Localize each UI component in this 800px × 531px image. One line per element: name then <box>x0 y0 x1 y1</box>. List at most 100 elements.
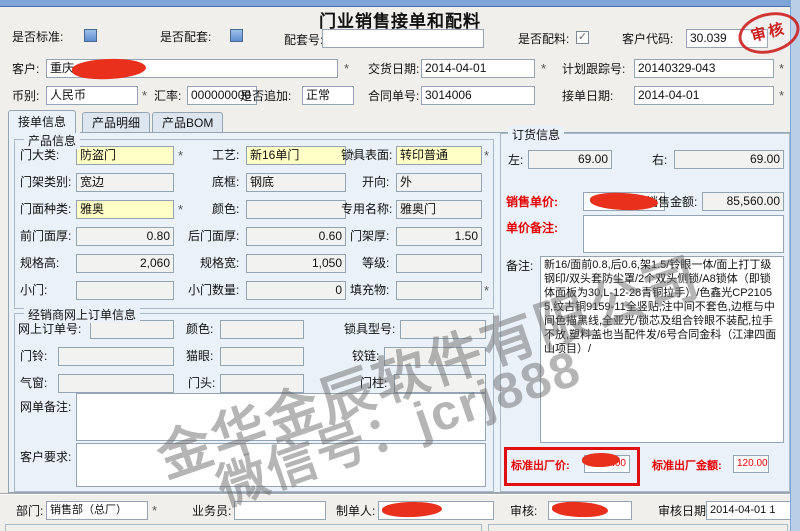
right-price-label: 右: <box>652 153 667 167</box>
order-info-group-title: 订货信息 <box>508 126 564 143</box>
unit-price-label: 销售单价: <box>506 195 558 209</box>
currency-label: 币别: <box>12 89 39 103</box>
footer-separator <box>0 493 791 495</box>
std-factory-amount-field[interactable]: 120.00 <box>733 455 769 473</box>
remark-label: 备注: <box>506 259 533 273</box>
required-mark: * <box>484 283 489 298</box>
price-note-label: 单价备注: <box>506 221 558 235</box>
doorbell-label: 门铃: <box>20 349 47 363</box>
peephole-label: 猫眼: <box>186 349 213 363</box>
department-field[interactable]: 销售部（总厂） <box>46 501 148 520</box>
product-info-group-title: 产品信息 <box>24 132 80 149</box>
small-door-qty-field[interactable]: 0 <box>246 281 346 300</box>
tab-product-detail[interactable]: 产品明细 <box>82 112 150 133</box>
front-thickness-field[interactable]: 0.80 <box>76 227 174 246</box>
color-label: 颜色: <box>212 202 239 216</box>
plan-track-label: 计划跟踪号: <box>562 62 625 76</box>
transom-field[interactable] <box>58 374 174 393</box>
is-append-field[interactable]: 正常 <box>302 86 354 105</box>
transom-label: 气窗: <box>20 376 47 390</box>
currency-field[interactable]: 人民币 <box>46 86 138 105</box>
window-top-edge <box>0 0 800 7</box>
customer-request-textarea[interactable] <box>76 443 486 487</box>
special-name-field[interactable]: 雅奥门 <box>396 200 482 219</box>
salesman-label: 业务员: <box>192 504 231 518</box>
door-pillar-field[interactable] <box>394 374 486 393</box>
doorbell-field[interactable] <box>58 347 174 366</box>
hinge-label: 铰链: <box>352 349 379 363</box>
order-date-field[interactable]: 2014-04-01 <box>634 86 774 105</box>
small-door-field[interactable] <box>76 281 174 300</box>
salesman-field[interactable] <box>234 501 326 520</box>
is-standard-checkbox[interactable] <box>84 29 97 42</box>
back-thickness-label: 后门面厚: <box>188 229 239 243</box>
frame-type-label: 门架类别: <box>20 175 71 189</box>
audit-date-label: 审核日期: <box>658 504 709 518</box>
face-type-field[interactable]: 雅奥 <box>76 200 174 219</box>
left-price-field[interactable]: 69.00 <box>528 150 612 169</box>
rate-label: 汇率: <box>154 89 181 103</box>
lock-model-label: 锁具型号: <box>344 322 395 336</box>
required-mark: * <box>152 503 157 518</box>
customer-code-label: 客户代码: <box>622 32 673 46</box>
required-mark: * <box>178 148 183 163</box>
kit-no-field[interactable] <box>322 29 484 48</box>
sales-amount-field[interactable]: 85,560.00 <box>702 192 784 211</box>
tab-product-bom[interactable]: 产品BOM <box>152 112 223 133</box>
tab-order-info[interactable]: 接单信息 <box>8 110 76 133</box>
door-head-field[interactable] <box>220 374 304 393</box>
frame-type-field[interactable]: 宽边 <box>76 173 174 192</box>
back-thickness-field[interactable]: 0.60 <box>246 227 346 246</box>
face-type-label: 门面种类: <box>20 202 71 216</box>
contract-no-field[interactable]: 3014006 <box>421 86 535 105</box>
bottom-frame-field[interactable]: 钢底 <box>246 173 346 192</box>
price-note-textarea[interactable] <box>583 215 784 253</box>
hinge-field[interactable] <box>384 347 486 366</box>
delivery-date-field[interactable]: 2014-04-01 <box>421 59 535 78</box>
order-date-label: 接单日期: <box>562 89 613 103</box>
spec-width-label: 规格宽: <box>200 256 239 270</box>
online-remark-textarea[interactable] <box>76 393 486 441</box>
required-mark: * <box>178 202 183 217</box>
contract-no-label: 合同单号: <box>368 89 419 103</box>
dealer-color-field[interactable] <box>220 320 304 339</box>
is-material-checkbox[interactable]: ✓ <box>576 31 589 44</box>
online-order-no-label: 网上订单号: <box>18 322 81 336</box>
special-name-label: 专用名称: <box>341 202 392 216</box>
craft-field[interactable]: 新16单门 <box>246 146 346 165</box>
department-label: 部门: <box>16 504 43 518</box>
open-direction-field[interactable]: 外 <box>396 173 482 192</box>
spec-height-field[interactable]: 2,060 <box>76 254 174 273</box>
frame-thickness-field[interactable]: 1.50 <box>396 227 482 246</box>
lock-model-field[interactable] <box>400 320 486 339</box>
spec-width-field[interactable]: 1,050 <box>246 254 346 273</box>
is-standard-label: 是否标准: <box>12 30 63 44</box>
door-category-label: 门大类: <box>20 148 59 162</box>
std-factory-amount-label: 标准出厂金额: <box>652 459 722 473</box>
required-mark: * <box>142 88 147 103</box>
customer-request-label: 客户要求: <box>20 450 71 464</box>
order-form-window: 门业销售接单和配料 是否标准: 是否配套: 配套号: 是否配料: ✓ 客户代码:… <box>0 0 800 531</box>
small-door-label: 小门: <box>20 283 47 297</box>
delivery-date-label: 交货日期: <box>368 62 419 76</box>
color-field[interactable] <box>246 200 346 219</box>
is-append-label: 是否追加: <box>240 89 291 103</box>
is-kit-checkbox[interactable] <box>230 29 243 42</box>
lock-surface-field[interactable]: 转印普通 <box>396 146 482 165</box>
small-door-qty-label: 小门数量: <box>188 283 239 297</box>
audit-date-field[interactable]: 2014-04-01 1 <box>706 501 794 520</box>
peephole-field[interactable] <box>220 347 304 366</box>
door-category-field[interactable]: 防盗门 <box>76 146 174 165</box>
is-material-label: 是否配料: <box>518 32 569 46</box>
plan-track-field[interactable]: 20140329-043 <box>634 59 774 78</box>
next-section-cutoff-right <box>488 524 788 531</box>
next-section-cutoff-left <box>5 524 482 531</box>
filler-field[interactable] <box>396 281 482 300</box>
remark-textarea[interactable]: 新16/面前0.8,后0.6,架1.5/铃眼一体/面上打丁级钢印/双头套防尘罩/… <box>540 256 784 443</box>
grade-field[interactable] <box>396 254 482 273</box>
right-price-field[interactable]: 69.00 <box>674 150 784 169</box>
bottom-frame-label: 底框: <box>212 175 239 189</box>
online-remark-label: 网单备注: <box>20 400 71 414</box>
door-pillar-label: 门柱: <box>360 376 387 390</box>
required-mark: * <box>344 61 349 76</box>
